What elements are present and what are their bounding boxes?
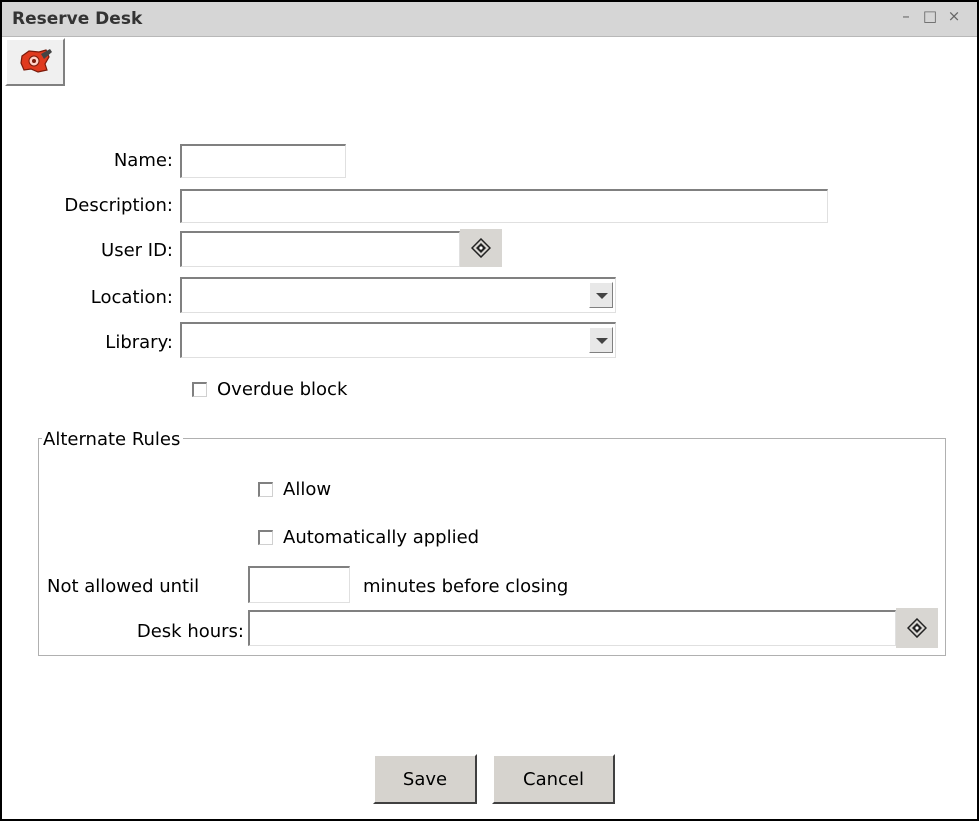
allow-checkbox[interactable]: Allow bbox=[258, 479, 331, 500]
location-dropdown[interactable] bbox=[180, 277, 616, 313]
description-label: Description: bbox=[64, 195, 173, 216]
close-icon[interactable]: × bbox=[945, 7, 963, 25]
window-title: Reserve Desk bbox=[12, 9, 143, 29]
checkbox-box[interactable] bbox=[258, 482, 273, 497]
allow-label: Allow bbox=[283, 479, 332, 500]
chevron-down-icon[interactable] bbox=[589, 282, 613, 308]
user-id-field[interactable] bbox=[180, 231, 460, 267]
desk-hours-field[interactable] bbox=[248, 610, 896, 646]
library-label: Library: bbox=[105, 332, 173, 353]
overdue-block-checkbox[interactable]: Overdue block bbox=[192, 379, 347, 400]
location-label: Location: bbox=[90, 287, 173, 308]
map-pin-icon bbox=[20, 49, 52, 73]
checkbox-box[interactable] bbox=[258, 530, 273, 545]
chevron-down-icon[interactable] bbox=[589, 327, 613, 353]
checkbox-box[interactable] bbox=[192, 382, 207, 397]
maximize-icon[interactable]: □ bbox=[921, 7, 939, 25]
not-allowed-until-label: Not allowed until bbox=[47, 576, 200, 597]
minutes-before-closing-label: minutes before closing bbox=[363, 576, 569, 597]
lookup-icon bbox=[471, 238, 491, 258]
minutes-before-closing-field[interactable] bbox=[248, 566, 350, 603]
overdue-block-label: Overdue block bbox=[217, 379, 348, 400]
save-button[interactable]: Save bbox=[373, 754, 477, 804]
automatically-applied-label: Automatically applied bbox=[283, 527, 480, 548]
automatically-applied-checkbox[interactable]: Automatically applied bbox=[258, 527, 479, 548]
cancel-button[interactable]: Cancel bbox=[492, 754, 615, 804]
user-id-lookup-button[interactable] bbox=[460, 229, 502, 267]
name-label: Name: bbox=[113, 150, 173, 171]
description-field[interactable] bbox=[180, 189, 828, 223]
lookup-icon bbox=[907, 618, 927, 638]
name-field[interactable] bbox=[180, 144, 346, 178]
library-dropdown[interactable] bbox=[180, 322, 616, 358]
user-id-label: User ID: bbox=[101, 240, 173, 261]
reserve-desk-window: Reserve Desk – □ × Name: Description: Us… bbox=[0, 0, 979, 821]
toolbar-map-button[interactable] bbox=[5, 38, 65, 86]
alternate-rules-legend: Alternate Rules bbox=[42, 429, 184, 450]
title-bar[interactable]: Reserve Desk – □ × bbox=[2, 2, 977, 37]
desk-hours-label: Desk hours: bbox=[136, 621, 244, 642]
minimize-icon[interactable]: – bbox=[897, 7, 915, 25]
desk-hours-lookup-button[interactable] bbox=[896, 608, 938, 648]
